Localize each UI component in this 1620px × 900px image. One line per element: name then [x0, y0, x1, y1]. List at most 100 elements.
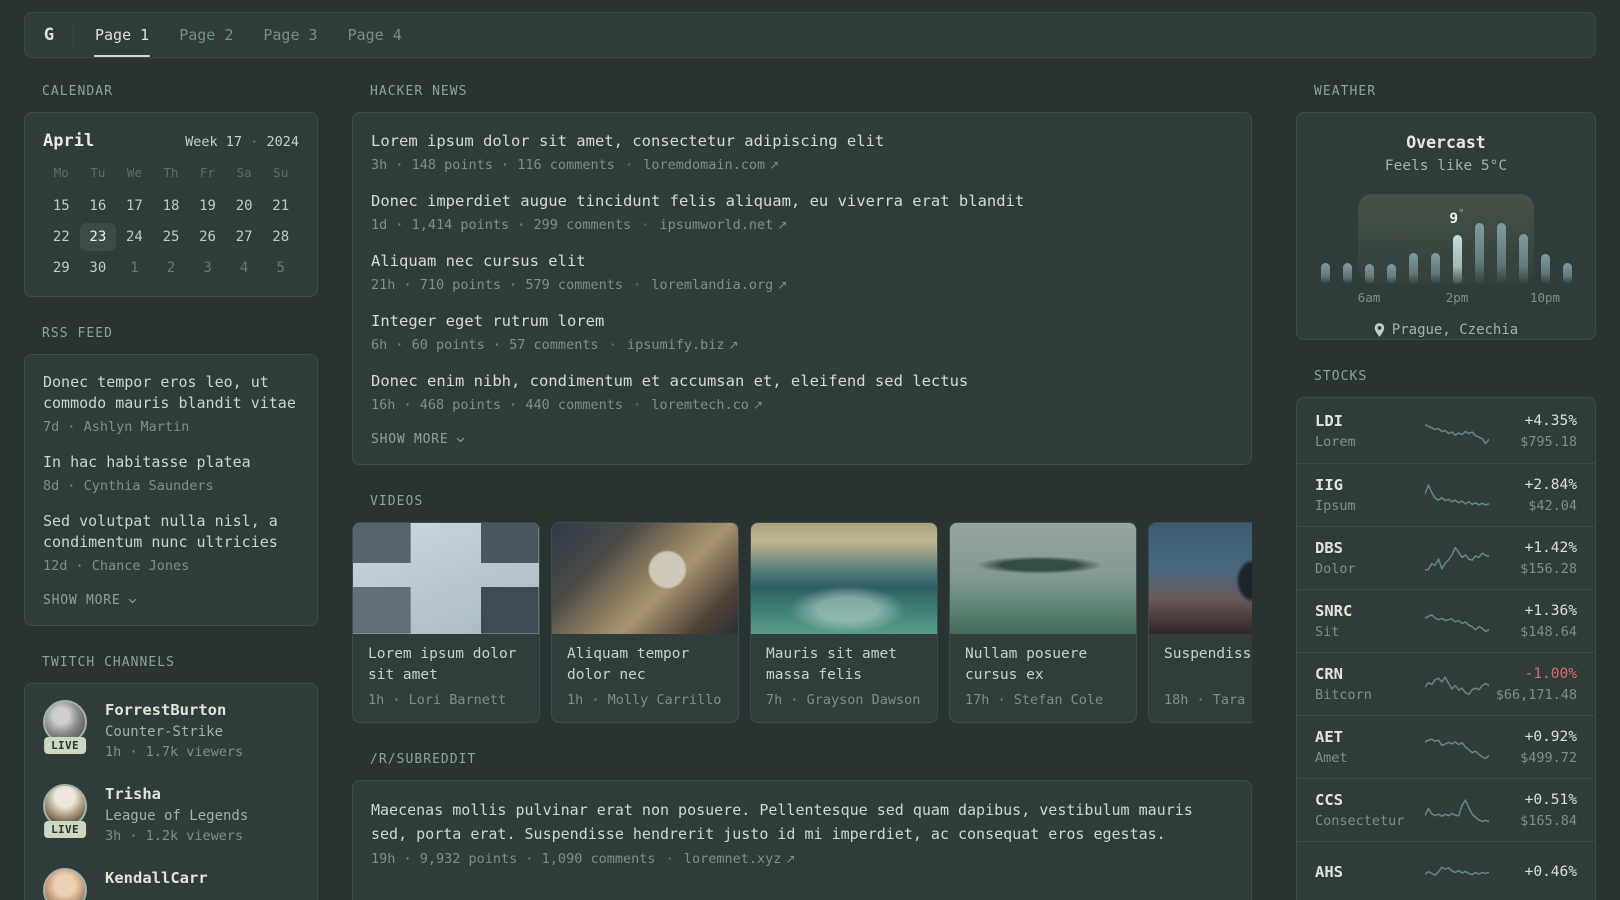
- feed-item-source-link[interactable]: ipsumify.biz ↗: [627, 337, 739, 353]
- stocks-card: LDI Lorem +4.35% $795.18 IIG Ipsum +2.84…: [1296, 397, 1596, 900]
- stock-change: +2.84%: [1524, 476, 1577, 493]
- channel-game: Counter-Strike: [105, 724, 224, 740]
- video-body: Suspendisse diam 18h · Tara: [1149, 634, 1252, 722]
- stock-row[interactable]: LDI Lorem +4.35% $795.18: [1297, 400, 1595, 463]
- feed-item-source-link[interactable]: loremtech.co ↗: [651, 397, 763, 413]
- calendar-day: 24: [125, 229, 143, 245]
- calendar-day: 25: [162, 229, 180, 245]
- calendar-day-header: Fr: [200, 165, 216, 180]
- calendar-day-header: Tu: [90, 165, 106, 180]
- hackernews-show-more-button[interactable]: SHOW MORE: [371, 430, 466, 448]
- twitch-channel-row[interactable]: LIVE KendallCarr: [43, 868, 299, 900]
- widget-header-rss: RSS FEED: [42, 326, 113, 341]
- hackernews-card: Lorem ipsum dolor sit amet, consectetur …: [352, 112, 1252, 465]
- calendar-day: 20: [235, 198, 253, 214]
- feed-item-title[interactable]: Donec imperdiet augue tincidunt felis al…: [371, 190, 1233, 212]
- stock-sparkline: [1425, 423, 1489, 444]
- video-card[interactable]: Nullam posuere cursus ex 17h · Stefan Co…: [949, 522, 1137, 723]
- widget-header-calendar: CALENDAR: [42, 84, 113, 99]
- stock-ticker: DBS: [1315, 538, 1343, 557]
- calendar-day: 21: [272, 198, 290, 214]
- weather-axis-label: 10pm: [1529, 290, 1561, 305]
- weather-bar: [1408, 253, 1418, 284]
- feed-item-title[interactable]: In hac habitasse platea: [43, 452, 299, 473]
- feed-item-title[interactable]: Lorem ipsum dolor sit amet, consectetur …: [371, 130, 1233, 152]
- video-card[interactable]: Aliquam tempor dolor nec pharetra… 1h · …: [551, 522, 739, 723]
- weather-location-text: Prague, Czechia: [1391, 322, 1519, 338]
- rss-show-more-button[interactable]: SHOW MORE: [43, 591, 138, 609]
- twitch-card: LIVE ForrestBurton Counter-Strike 1h · 1…: [24, 683, 318, 900]
- feed-item-source-link[interactable]: loremlandia.org ↗: [651, 277, 787, 293]
- stock-id: DBS Dolor: [1315, 538, 1425, 579]
- video-card[interactable]: Suspendisse diam 18h · Tara: [1148, 522, 1252, 723]
- stock-row[interactable]: IIG Ipsum +2.84% $42.04: [1297, 463, 1595, 526]
- stock-row[interactable]: CCS Consectetur +0.51% $165.84: [1297, 778, 1595, 841]
- stock-name: Bitcorn: [1315, 686, 1372, 703]
- videos-widget: VIDEOS Lorem ipsum dolor sit amet consec…: [352, 495, 1252, 723]
- stock-name: Sit: [1315, 623, 1340, 640]
- calendar-day-header: Mo: [53, 165, 69, 180]
- feed-item-title[interactable]: Donec tempor eros leo, ut commodo mauris…: [43, 372, 299, 414]
- stock-ticker: CCS: [1315, 790, 1343, 809]
- show-more-label: SHOW MORE: [371, 431, 449, 447]
- feed-item: Donec tempor eros leo, ut commodo mauris…: [43, 372, 299, 437]
- feed-item-title[interactable]: Aliquam nec cursus elit: [371, 250, 1233, 272]
- feed-item: Aliquam nec cursus elit 21h · 710 points…: [371, 250, 1233, 295]
- external-link-icon: ↗: [769, 158, 780, 172]
- avatar: LIVE: [43, 784, 87, 846]
- feed-item-domain: loremtech.co: [651, 397, 749, 413]
- channel-meta: 1h · 1.7k viewers: [105, 744, 244, 760]
- stock-change: +1.42%: [1524, 539, 1577, 556]
- live-badge: LIVE: [44, 821, 86, 838]
- stock-name: Amet: [1315, 749, 1348, 766]
- nav-tab[interactable]: Page 3: [248, 13, 332, 57]
- stock-change: +1.36%: [1524, 602, 1577, 619]
- external-link-icon: ↗: [777, 278, 788, 292]
- stock-values: +1.42% $156.28: [1489, 538, 1577, 579]
- calendar-year: 2024: [266, 134, 299, 150]
- stock-row[interactable]: AET Amet +0.92% $499.72: [1297, 715, 1595, 778]
- app-logo[interactable]: G: [25, 13, 73, 57]
- stock-name: Lorem: [1315, 434, 1356, 450]
- video-card[interactable]: Mauris sit amet massa felis 7h · Grayson…: [750, 522, 938, 723]
- external-link-icon: ↗: [728, 338, 739, 352]
- feed-item-title[interactable]: Donec enim nibh, condimentum et accumsan…: [371, 370, 1233, 392]
- stock-row[interactable]: DBS Dolor +1.42% $156.28: [1297, 526, 1595, 589]
- stock-change: +0.46%: [1524, 864, 1577, 880]
- calendar-day: 2: [166, 260, 176, 276]
- subreddit-post-title[interactable]: Maecenas mollis pulvinar erat non posuer…: [371, 798, 1233, 846]
- stock-row[interactable]: CRN Bitcorn -1.00% $66,171.48: [1297, 652, 1595, 715]
- feed-item-source-link[interactable]: ipsumworld.net ↗: [660, 217, 788, 233]
- calendar-day: 27: [235, 229, 253, 245]
- calendar-day: 22: [52, 229, 70, 245]
- nav-tab[interactable]: Page 4: [333, 13, 417, 57]
- weather-bar: [1320, 263, 1330, 284]
- feed-item-title[interactable]: Integer eget rutrum lorem: [371, 310, 1233, 332]
- feed-item-meta-text: 16h · 468 points · 440 comments: [371, 397, 623, 413]
- subreddit-post-domain: loremnet.xyz: [683, 851, 782, 867]
- video-card[interactable]: Lorem ipsum dolor sit amet consectetu… 1…: [352, 522, 540, 723]
- stock-name: Consectetur: [1315, 812, 1405, 829]
- nav-tab[interactable]: Page 2: [164, 13, 248, 57]
- channel-avatar: [43, 868, 87, 900]
- twitch-channel-row[interactable]: LIVE ForrestBurton Counter-Strike 1h · 1…: [43, 700, 299, 762]
- degree-icon: °: [1458, 207, 1465, 221]
- stock-values: +1.36% $148.64: [1489, 601, 1577, 642]
- weather-bar: [1562, 263, 1572, 284]
- meta-separator: ·: [641, 217, 650, 233]
- subreddit-post-source-link[interactable]: loremnet.xyz ↗: [684, 851, 796, 867]
- feed-item-source-link[interactable]: loremdomain.com ↗: [643, 157, 779, 173]
- widget-header-stocks: STOCKS: [1314, 369, 1368, 384]
- external-link-icon: ↗: [785, 852, 796, 866]
- avatar: LIVE: [43, 700, 87, 762]
- twitch-channel-row[interactable]: LIVE Trisha League of Legends 3h · 1.2k …: [43, 784, 299, 846]
- feed-item-title[interactable]: Sed volutpat nulla nisl, a condimentum n…: [43, 511, 299, 553]
- nav-tab[interactable]: Page 1: [80, 13, 164, 57]
- weather-bar: [1364, 264, 1374, 284]
- video-body: Lorem ipsum dolor sit amet consectetu… 1…: [353, 634, 539, 722]
- stock-ticker: CRN: [1315, 664, 1343, 683]
- stock-row[interactable]: AHS +0.46%: [1297, 841, 1595, 900]
- meta-separator: ·: [665, 851, 674, 867]
- stock-row[interactable]: SNRC Sit +1.36% $148.64: [1297, 589, 1595, 652]
- feed-item: Donec imperdiet augue tincidunt felis al…: [371, 190, 1233, 235]
